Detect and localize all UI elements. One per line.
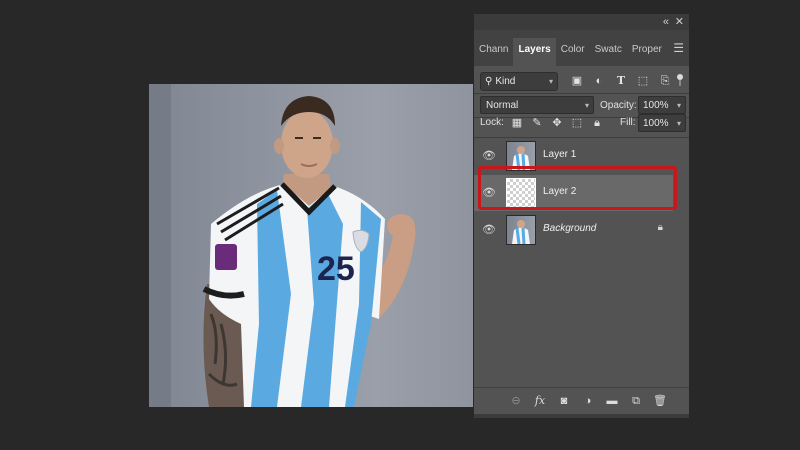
- layer-row-layer-1[interactable]: 👁︎ Layer 1: [474, 138, 673, 174]
- panel-title-bar: « ✕: [474, 14, 689, 30]
- double-chevron-left-icon[interactable]: «: [663, 15, 669, 29]
- chevron-down-icon: ▾: [676, 118, 681, 128]
- lock-artboard-icon[interactable]: ⬚: [567, 116, 587, 130]
- layer-name: Layer 2: [543, 186, 577, 197]
- smart-object-filter-icon[interactable]: ⎘: [654, 73, 676, 89]
- tab-properties[interactable]: Proper: [627, 38, 667, 66]
- filter-row: ⚲ Kind ▾ ▣ ◐ T ⬚ ⎘: [474, 66, 689, 94]
- layer-thumbnail: [506, 178, 536, 208]
- player-photo: 25: [149, 84, 416, 407]
- lock-all-icon[interactable]: 🔒︎: [587, 116, 607, 130]
- eye-icon[interactable]: 👁︎: [482, 185, 496, 201]
- layer-thumbnail: [506, 141, 536, 171]
- shape-filter-icon[interactable]: ⬚: [632, 73, 654, 89]
- tab-color[interactable]: Color: [556, 38, 590, 66]
- type-filter-icon[interactable]: T: [610, 73, 632, 89]
- eye-icon[interactable]: 👁︎: [482, 148, 496, 164]
- layer-thumbnail: [506, 215, 536, 245]
- close-icon[interactable]: ✕: [675, 15, 684, 29]
- opacity-label: Opacity:: [600, 100, 637, 111]
- document-canvas[interactable]: 25: [149, 84, 473, 407]
- delete-layer-icon[interactable]: 🗑︎: [648, 393, 672, 409]
- tab-swatches[interactable]: Swatc: [590, 38, 627, 66]
- hamburger-menu-icon[interactable]: ☰: [673, 41, 684, 55]
- layer-row-layer-2[interactable]: 👁︎ Layer 2: [474, 175, 673, 211]
- layer-name: Background: [543, 223, 597, 234]
- filter-toggle[interactable]: [677, 74, 683, 86]
- blend-mode-value: Normal: [486, 99, 519, 111]
- fx-icon[interactable]: fx: [528, 393, 552, 409]
- fill-label: Fill:: [620, 117, 636, 128]
- opacity-value: 100%: [643, 99, 669, 111]
- add-mask-icon[interactable]: ◙: [552, 393, 576, 409]
- adjustment-filter-icon[interactable]: ◐: [588, 73, 610, 89]
- layer-row-background[interactable]: 👁︎ Background 🔒︎: [474, 212, 673, 248]
- filter-kind-select[interactable]: ⚲ Kind ▾: [480, 72, 558, 91]
- image-filter-icon[interactable]: ▣: [566, 73, 588, 89]
- panel-tab-bar: Chann Layers Color Swatc Proper ☰: [474, 30, 689, 66]
- fill-value: 100%: [643, 117, 669, 129]
- lock-label: Lock:: [480, 117, 504, 128]
- filter-kind-label: Kind: [495, 76, 516, 87]
- layers-bottom-toolbar: ⊖ fx ◙ ◑ ▬ ⧉ 🗑︎: [474, 387, 689, 414]
- adjustment-layer-icon[interactable]: ◑: [576, 393, 600, 409]
- layer-name: Layer 1: [543, 149, 577, 160]
- lock-row: Lock: ▦ ✎ ✥ ⬚ 🔒︎ Fill: 100% ▾: [474, 111, 689, 137]
- fill-field[interactable]: 100% ▾: [638, 114, 686, 132]
- tab-layers[interactable]: Layers: [513, 38, 556, 66]
- chevron-down-icon: ▾: [584, 100, 589, 110]
- new-group-icon[interactable]: ▬: [600, 393, 624, 409]
- layers-panel: « ✕ Chann Layers Color Swatc Proper ☰ ⚲ …: [474, 14, 689, 418]
- lock-position-icon[interactable]: ✥: [547, 116, 567, 130]
- lock-icon: 🔒︎: [657, 222, 663, 233]
- search-icon: ⚲: [485, 76, 493, 87]
- panel-resize-edge[interactable]: [474, 414, 689, 418]
- lock-transparent-pixels-icon[interactable]: ▦: [507, 116, 527, 130]
- chevron-down-icon: ▾: [548, 77, 553, 86]
- lock-image-pixels-icon[interactable]: ✎: [527, 116, 547, 130]
- new-layer-icon[interactable]: ⧉: [624, 393, 648, 409]
- link-layers-icon[interactable]: ⊖: [504, 393, 528, 409]
- eye-icon[interactable]: 👁︎: [482, 222, 496, 238]
- chevron-down-icon: ▾: [676, 100, 681, 110]
- tab-channels[interactable]: Chann: [474, 38, 513, 66]
- jersey-number: 25: [317, 250, 355, 288]
